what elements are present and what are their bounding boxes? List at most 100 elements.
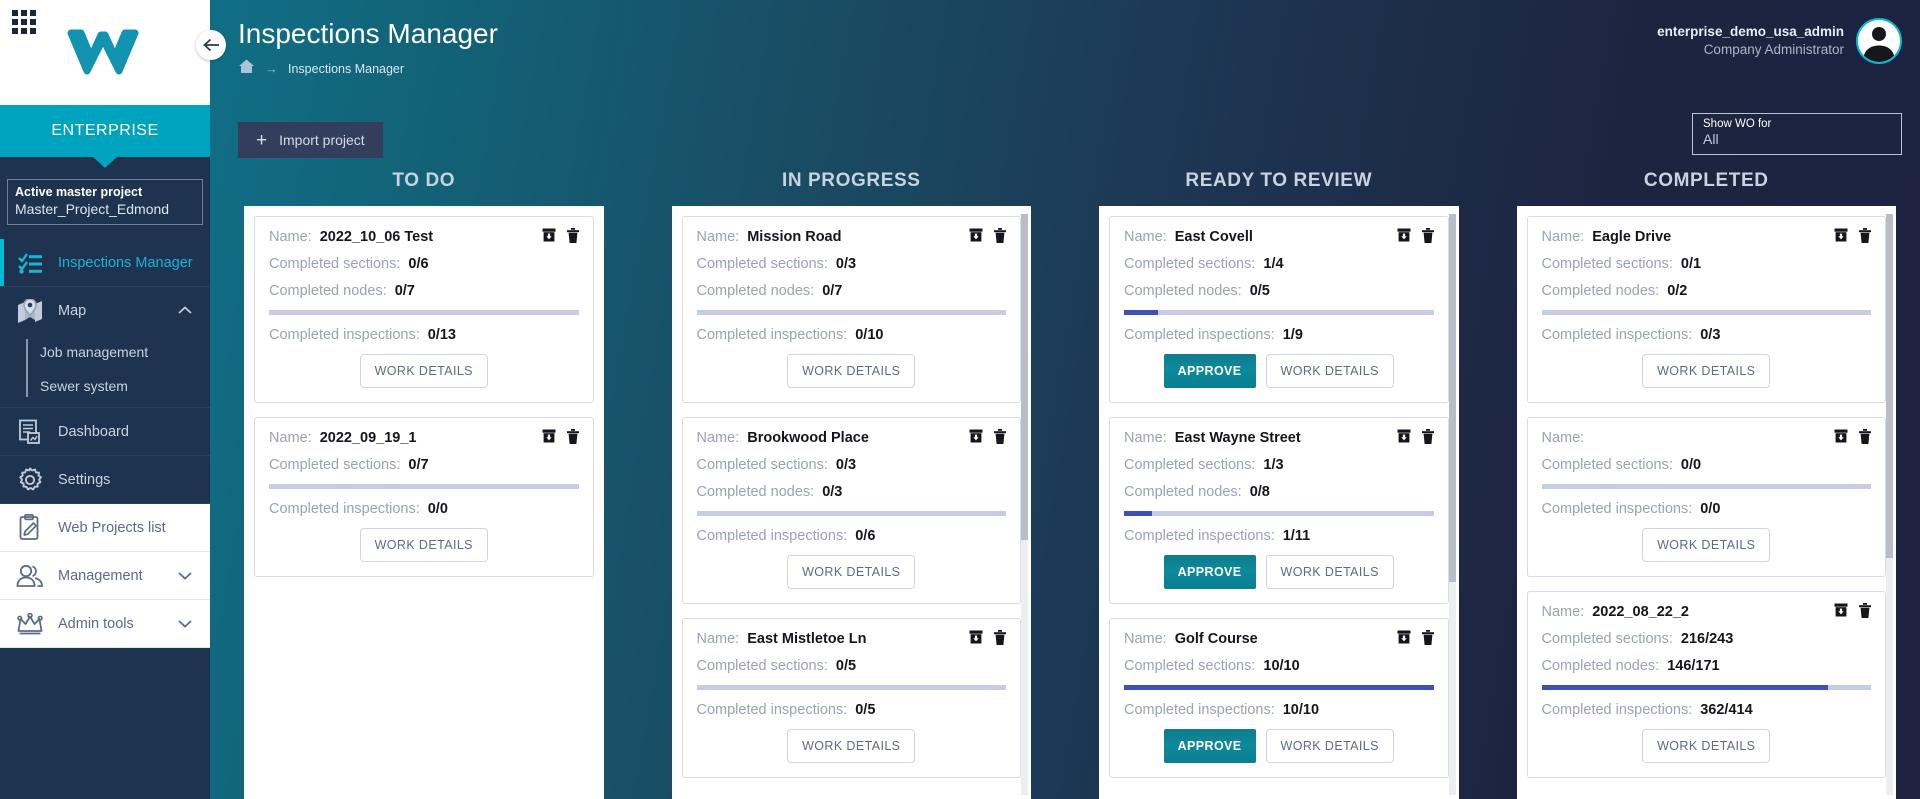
sidebar-item-inspections-manager[interactable]: Inspections Manager [0,239,210,287]
column-scrollbar-thumb[interactable] [1448,214,1456,582]
project-card[interactable]: Name: 2022_08_22_2 Completed sections: 216/… [1526,591,1886,778]
sidebar-item-map[interactable]: Map [0,287,210,335]
trash-icon[interactable] [1859,429,1871,448]
card-action-icons [1397,429,1434,448]
archive-box-icon[interactable] [1834,228,1848,247]
project-card[interactable]: Name: 2022_09_19_1 Completed sections: 0/7 C… [254,417,594,577]
approve-button[interactable]: APPROVE [1163,729,1256,763]
archive-box-icon[interactable] [1834,603,1848,622]
show-wo-for-select[interactable]: Show WO for All [1692,113,1902,155]
archive-box-icon[interactable] [1397,630,1411,649]
project-card[interactable]: Name: Mission Road Completed sections: 0/3 C… [681,216,1021,403]
active-project-label: Active master project [15,185,143,199]
card-sections-row: Completed sections: 0/0 [1542,457,1872,473]
card-progress-bar [1541,310,1871,315]
archive-box-icon[interactable] [969,429,983,448]
card-action-icons [1834,603,1871,622]
trash-icon[interactable] [994,429,1006,448]
work-details-button[interactable]: WORK DETAILS [1642,354,1771,388]
project-card[interactable]: Name: Golf Course Completed sections: 10/10… [1109,618,1449,778]
work-details-button[interactable]: WORK DETAILS [1265,729,1394,763]
home-icon[interactable] [238,58,255,79]
project-card[interactable]: Name: Brookwood Place Completed sections: 0… [681,417,1021,604]
project-card[interactable]: Name: East Wayne Street Completed sections… [1109,417,1449,604]
card-action-icons [542,429,579,448]
column-scrollbar-thumb[interactable] [1021,214,1028,541]
user-menu[interactable]: enterprise_demo_usa_admin Company Admini… [1657,18,1902,64]
card-sections-label: Completed sections: [1541,457,1673,473]
card-sections-row: Completed sections: 1/3 [1124,457,1434,473]
sidebar-item-management[interactable]: Management [0,552,210,600]
work-details-button[interactable]: WORK DETAILS [787,555,916,589]
sidebar-item-admin-tools[interactable]: Admin tools [0,600,210,648]
work-details-button[interactable]: WORK DETAILS [1642,729,1771,763]
work-details-button[interactable]: WORK DETAILS [787,354,916,388]
approve-button[interactable]: APPROVE [1163,354,1256,388]
archive-box-icon[interactable] [1834,429,1848,448]
sidebar-collapse-button[interactable] [196,30,226,60]
user-avatar-icon [1863,27,1895,62]
sidebar-item-label: Web Projects list [58,519,166,536]
trash-icon[interactable] [566,429,579,448]
archive-box-icon[interactable] [969,228,983,247]
work-details-button[interactable]: WORK DETAILS [359,354,488,388]
company-logo-icon [67,29,139,74]
trash-icon[interactable] [1421,228,1434,247]
sidebar-item-dashboard[interactable]: Dashboard [0,408,210,456]
chevron-up-icon[interactable] [178,303,192,319]
archive-box-icon[interactable] [969,630,983,649]
card-name-value: Eagle Drive [1592,229,1672,245]
trash-icon[interactable] [1421,630,1434,649]
sidebar-item-settings[interactable]: Settings [0,456,210,504]
project-card[interactable]: Name: Completed sections: 0/0 Completed ins… [1526,417,1886,577]
card-nodes-value: 0/2 [1667,283,1688,299]
card-inspections-label: Completed inspections: [1124,702,1275,718]
card-nodes-value: 0/7 [822,283,843,299]
avatar[interactable] [1856,18,1902,64]
project-card[interactable]: Name: East Mistletoe Ln Completed sections… [681,618,1021,778]
breadcrumb-current[interactable]: Inspections Manager [288,62,404,76]
card-action-icons [969,429,1006,448]
project-card[interactable]: Name: 2022_10_06 Test Completed sections: 0… [254,216,594,403]
chevron-down-icon[interactable] [178,568,192,584]
work-details-button[interactable]: WORK DETAILS [359,528,488,562]
card-name-label: Name: [1541,430,1585,446]
work-details-button[interactable]: WORK DETAILS [787,729,916,763]
card-sections-value: 0/7 [408,457,429,473]
archive-box-icon[interactable] [1397,429,1411,448]
card-nodes-label: Completed nodes: [1124,283,1242,299]
trash-icon[interactable] [1859,603,1871,622]
approve-button[interactable]: APPROVE [1163,555,1256,589]
work-details-button[interactable]: WORK DETAILS [1265,555,1394,589]
project-card[interactable]: Name: Eagle Drive Completed sections: 0/1 Co… [1526,216,1886,403]
sidebar-item-sewer-system[interactable]: Sewer system [0,369,210,403]
card-progress-bar [696,310,1006,315]
card-nodes-label: Completed nodes: [1541,658,1660,674]
trash-icon[interactable] [994,630,1006,649]
sidebar-item-web-projects-list[interactable]: Web Projects list [0,504,210,552]
card-inspections-value: 0/0 [427,501,448,517]
chevron-down-icon[interactable] [178,616,192,632]
archive-box-icon[interactable] [542,429,556,448]
card-name-label: Name: [1124,229,1167,245]
sidebar-item-label: Management [58,567,143,584]
sidebar-item-job-management[interactable]: Job management [0,335,210,369]
trash-icon[interactable] [566,228,579,247]
work-details-button[interactable]: WORK DETAILS [1265,354,1394,388]
project-card[interactable]: Name: East Covell Completed sections: 1/4 Co… [1109,216,1449,403]
archive-box-icon[interactable] [542,228,556,247]
active-master-project-box[interactable]: Active master project Master_Project_Edm… [7,179,203,225]
apps-grid-icon[interactable] [12,10,36,34]
archive-box-icon[interactable] [1397,228,1411,247]
trash-icon[interactable] [994,228,1006,247]
kanban-board: TO DO Name: 2022_10_06 Test Completed secti… [210,170,1920,799]
import-project-button[interactable]: + Import project [238,122,383,158]
work-details-button[interactable]: WORK DETAILS [1642,528,1771,562]
card-sections-value: 0/6 [408,256,429,272]
card-name-row: Name: [1541,429,1871,448]
column-scrollbar-thumb[interactable] [1886,214,1893,558]
trash-icon[interactable] [1859,228,1871,247]
card-inspections-value: 362/414 [1700,702,1753,718]
card-name-value: Mission Road [747,229,842,245]
trash-icon[interactable] [1421,429,1434,448]
